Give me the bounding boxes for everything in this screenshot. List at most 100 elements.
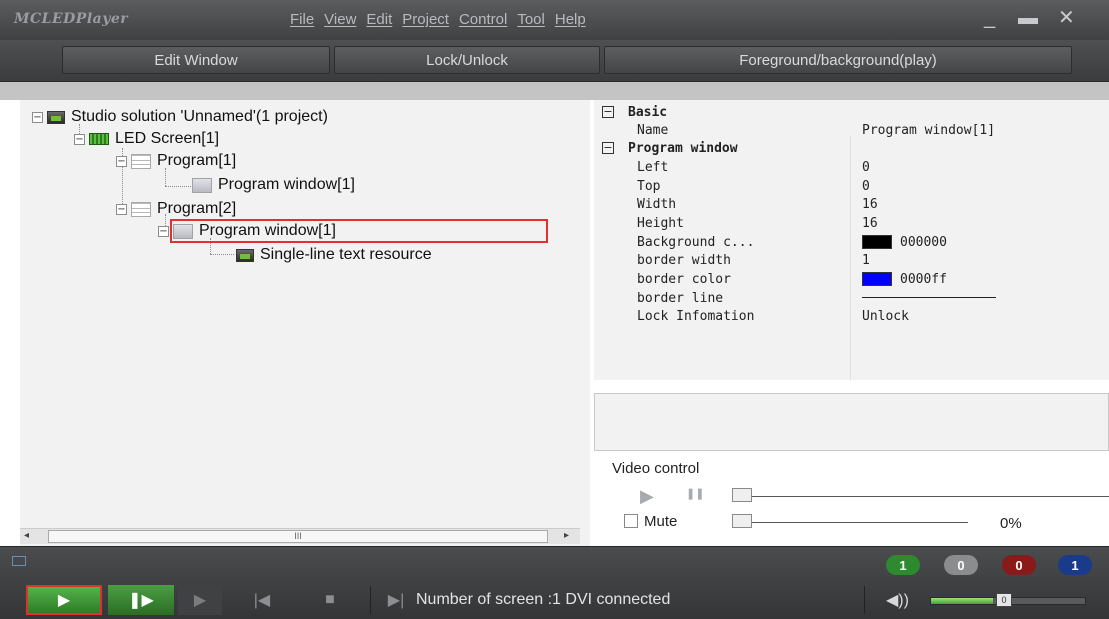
tree-item-label: Program[2] bbox=[157, 200, 237, 217]
collapse-icon[interactable]: − bbox=[602, 106, 614, 118]
pause-icon[interactable]: ❚❚ bbox=[686, 487, 704, 500]
next-button[interactable]: ▶ bbox=[178, 585, 222, 615]
volume-slider-track bbox=[734, 522, 968, 523]
property-border-line[interactable]: border line bbox=[594, 289, 1109, 307]
maximize-icon[interactable]: ▬ bbox=[1018, 8, 1038, 28]
scroll-right-icon[interactable]: ▸ bbox=[564, 530, 569, 541]
menu-tool[interactable]: Tool bbox=[517, 11, 545, 28]
volume-icon[interactable]: ◀)) bbox=[886, 590, 909, 610]
category-label: Basic bbox=[628, 104, 668, 120]
tree-item-program-1[interactable]: − Program[1] bbox=[116, 150, 236, 172]
tree-connector bbox=[210, 254, 234, 255]
property-left[interactable]: Left 0 bbox=[594, 158, 1109, 176]
selection-highlight bbox=[170, 219, 548, 243]
menu-project[interactable]: Project bbox=[402, 11, 449, 28]
property-width[interactable]: Width 16 bbox=[594, 195, 1109, 213]
video-progress-thumb[interactable] bbox=[732, 488, 752, 502]
collapse-icon[interactable]: − bbox=[32, 111, 43, 123]
horizontal-scrollbar[interactable]: ◂ III ▸ bbox=[20, 528, 580, 544]
master-volume-thumb[interactable]: 0 bbox=[996, 593, 1012, 607]
property-top[interactable]: Top 0 bbox=[594, 177, 1109, 195]
program-icon bbox=[131, 201, 151, 217]
collapse-icon[interactable]: − bbox=[602, 142, 614, 154]
foreground-background-button[interactable]: Foreground/background(play) bbox=[604, 46, 1072, 74]
window-icon bbox=[192, 177, 212, 193]
collapse-icon[interactable]: − bbox=[158, 225, 169, 237]
mute-label: Mute bbox=[644, 513, 678, 530]
property-value[interactable]: 16 bbox=[862, 216, 878, 231]
app-title: MCLEDPlayer bbox=[14, 11, 129, 27]
category-basic[interactable]: − Basic bbox=[594, 103, 1109, 121]
volume-percent: 0% bbox=[1000, 515, 1022, 532]
property-value[interactable]: 0000ff bbox=[862, 272, 947, 287]
volume-slider-thumb[interactable] bbox=[732, 514, 752, 528]
edit-window-button[interactable]: Edit Window bbox=[62, 46, 330, 74]
menu-file[interactable]: File bbox=[290, 11, 314, 28]
scroll-left-icon[interactable]: ◂ bbox=[24, 530, 29, 541]
property-border-width[interactable]: border width 1 bbox=[594, 251, 1109, 269]
play-button[interactable]: ▶ bbox=[26, 585, 102, 615]
property-label: border color bbox=[637, 271, 731, 287]
status-indicator-blue: 1 bbox=[1058, 555, 1092, 575]
master-volume-fill bbox=[931, 598, 993, 604]
collapse-icon[interactable]: − bbox=[74, 133, 85, 145]
property-lock-information[interactable]: Lock Infomation Unlock bbox=[594, 307, 1109, 325]
tree-item-led-screen[interactable]: − LED Screen[1] bbox=[74, 128, 219, 150]
property-value[interactable]: 1 bbox=[862, 253, 870, 268]
video-control-label: Video control bbox=[612, 460, 700, 477]
step-next-button[interactable]: ▶| bbox=[380, 585, 412, 615]
tree-item-program-2[interactable]: − Program[2] bbox=[116, 198, 236, 220]
category-label: Program window bbox=[628, 140, 738, 156]
tree-item-program-window-1[interactable]: Program window[1] bbox=[192, 174, 355, 196]
mute-checkbox[interactable] bbox=[624, 514, 638, 528]
category-program-window[interactable]: − Program window bbox=[594, 139, 1109, 157]
property-label: Width bbox=[637, 196, 677, 212]
close-icon[interactable]: ✕ bbox=[1058, 8, 1075, 28]
menu-control[interactable]: Control bbox=[459, 11, 507, 28]
color-hex: 0000ff bbox=[900, 271, 947, 287]
property-label: Background c... bbox=[637, 234, 755, 250]
property-name[interactable]: Name Program window[1] bbox=[594, 121, 1109, 139]
toolbar: Edit Window Lock/Unlock Foreground/backg… bbox=[0, 40, 1109, 82]
tree-item-solution[interactable]: − Studio solution 'Unnamed'(1 project) bbox=[32, 106, 328, 128]
stop-button[interactable]: ■ bbox=[312, 585, 348, 615]
property-label: border width bbox=[637, 252, 731, 268]
property-height[interactable]: Height 16 bbox=[594, 214, 1109, 232]
project-tree bbox=[20, 100, 590, 546]
tree-item-label: Studio solution 'Unnamed'(1 project) bbox=[71, 108, 328, 125]
property-value[interactable]: Unlock bbox=[862, 309, 909, 324]
collapse-icon[interactable]: − bbox=[116, 203, 127, 215]
minimize-icon[interactable]: _ bbox=[984, 8, 995, 28]
property-value[interactable]: 0 bbox=[862, 179, 870, 194]
tree-connector bbox=[165, 186, 193, 187]
collapse-icon[interactable]: − bbox=[116, 155, 127, 167]
scroll-thumb[interactable]: III bbox=[48, 530, 548, 543]
property-label: Lock Infomation bbox=[637, 308, 755, 324]
play-icon[interactable]: ▶ bbox=[640, 486, 654, 507]
property-value[interactable]: Program window[1] bbox=[862, 123, 995, 138]
screen-indicator-icon[interactable] bbox=[12, 556, 26, 566]
property-description-box bbox=[594, 393, 1109, 451]
property-value[interactable]: 0 bbox=[862, 160, 870, 175]
led-screen-icon bbox=[89, 133, 109, 145]
lock-unlock-button[interactable]: Lock/Unlock bbox=[334, 46, 600, 74]
property-label: Height bbox=[637, 215, 684, 231]
color-swatch bbox=[862, 235, 892, 249]
video-control-group: Video control ▶ ❚❚ Mute 0% bbox=[608, 460, 1109, 542]
property-label: Name bbox=[637, 122, 669, 138]
property-value[interactable]: 000000 bbox=[862, 235, 947, 250]
first-frame-button[interactable]: |◀ bbox=[244, 585, 280, 615]
tree-item-label: LED Screen[1] bbox=[115, 130, 220, 147]
property-background-color[interactable]: Background c... 000000 bbox=[594, 233, 1109, 251]
status-indicator-red: 0 bbox=[1002, 555, 1036, 575]
tree-item-text-resource[interactable]: Single-line text resource bbox=[236, 244, 432, 266]
line-style-preview[interactable] bbox=[862, 297, 996, 298]
menu-help[interactable]: Help bbox=[555, 11, 586, 28]
menu-view[interactable]: View bbox=[324, 11, 356, 28]
step-play-button[interactable]: ❚▶ bbox=[108, 585, 174, 615]
menu-edit[interactable]: Edit bbox=[366, 11, 392, 28]
property-value[interactable]: 16 bbox=[862, 197, 878, 212]
tree-item-label: Program[1] bbox=[157, 152, 237, 169]
video-progress-track bbox=[734, 496, 1109, 497]
property-border-color[interactable]: border color 0000ff bbox=[594, 270, 1109, 288]
